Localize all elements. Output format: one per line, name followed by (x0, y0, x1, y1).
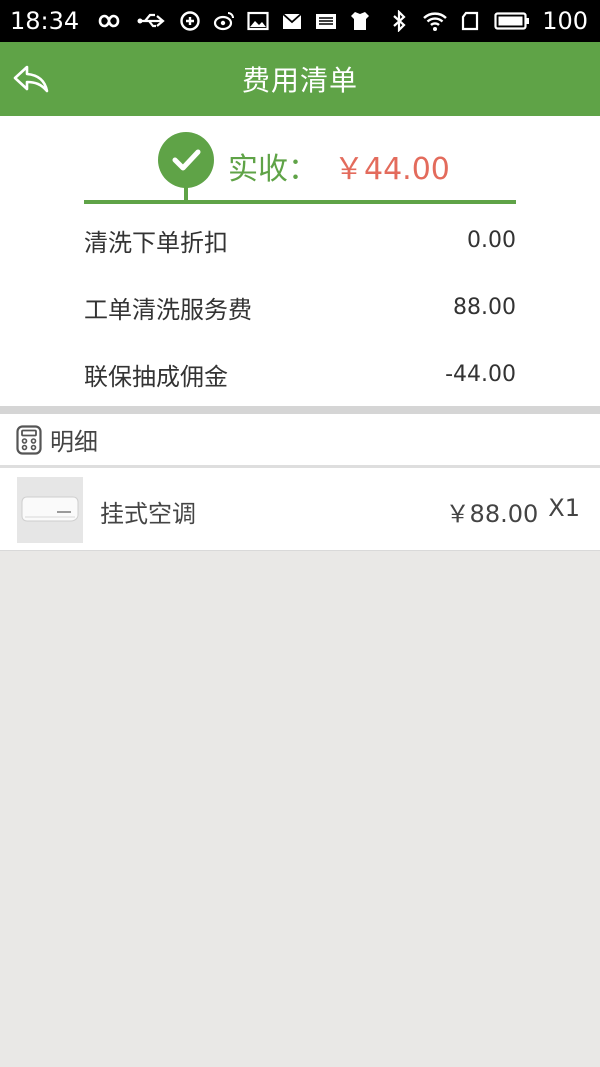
wifi-icon (422, 10, 448, 32)
status-bar: 18:34 100 (0, 0, 600, 42)
fee-label: 清洗下单折扣 (84, 228, 228, 257)
page-title: 费用清单 (241, 64, 358, 97)
fee-summary: 实收： ￥44.00 清洗下单折扣 0.00 工单清洗服务费 88.00 联保抽… (0, 116, 600, 406)
section-divider (0, 406, 600, 414)
fee-row-commission: 联保抽成佣金 -44.00 (84, 354, 516, 394)
fee-value: 88.00 (453, 294, 516, 320)
notification-icons (91, 10, 371, 32)
fee-label: 联保抽成佣金 (84, 362, 228, 391)
image-icon (247, 10, 269, 32)
weibo-icon (213, 10, 235, 32)
back-arrow-icon (13, 65, 49, 93)
status-right: 100 (388, 7, 588, 35)
newspaper-icon (315, 10, 337, 32)
calculator-icon (16, 424, 42, 455)
detail-title: 明细 (50, 428, 98, 456)
shirt-icon (349, 10, 371, 32)
no-sim-icon (460, 10, 482, 32)
air-conditioner-thumbnail (17, 477, 83, 543)
item-price-group: ￥88.00 X1 (446, 494, 580, 529)
fee-value: 0.00 (467, 227, 516, 253)
list-item[interactable]: 挂式空调 ￥88.00 X1 (0, 468, 600, 551)
battery-level: 100 (542, 7, 588, 35)
check-circle-icon (158, 132, 214, 188)
fee-row-discount: 清洗下单折扣 0.00 (84, 220, 516, 260)
check-stem (184, 186, 188, 200)
infinity-icon (91, 10, 125, 32)
fee-label: 工单清洗服务费 (84, 295, 252, 324)
item-name: 挂式空调 (100, 500, 196, 528)
mail-icon (281, 10, 303, 32)
item-quantity: X1 (548, 494, 580, 522)
usb-icon (137, 10, 167, 32)
total-value: ￥44.00 (334, 152, 450, 187)
bluetooth-icon (388, 10, 410, 32)
battery-icon (494, 10, 530, 32)
green-divider (84, 200, 516, 204)
air-conditioner-icon (21, 496, 79, 522)
fee-row-service: 工单清洗服务费 88.00 (84, 287, 516, 327)
sync-icon (179, 10, 201, 32)
fee-value: -44.00 (445, 361, 516, 387)
app-header: 费用清单 (0, 42, 600, 116)
item-price: ￥88.00 (445, 500, 539, 528)
status-time: 18:34 (10, 7, 80, 35)
back-button[interactable] (6, 54, 56, 104)
total-label: 实收： (228, 152, 318, 187)
detail-header: 明细 (0, 414, 600, 465)
